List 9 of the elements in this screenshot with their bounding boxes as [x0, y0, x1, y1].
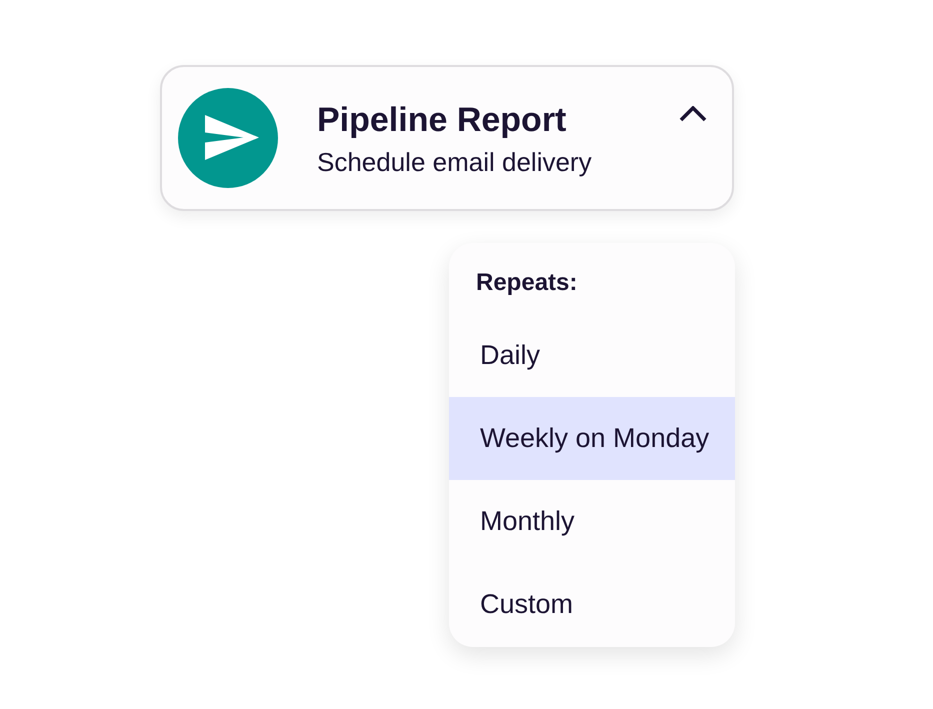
menu-option[interactable]: Weekly on Monday [449, 397, 735, 480]
menu-heading: Repeats: [475, 269, 578, 297]
chevron-up-icon[interactable] [679, 106, 707, 122]
menu-option[interactable]: Daily [449, 314, 735, 397]
menu-option[interactable]: Monthly [449, 480, 735, 563]
card-title: Pipeline Report [317, 100, 566, 140]
menu-option[interactable]: Custom [449, 563, 735, 646]
send-icon [178, 88, 278, 188]
card-subtitle: Schedule email delivery [317, 146, 592, 176]
